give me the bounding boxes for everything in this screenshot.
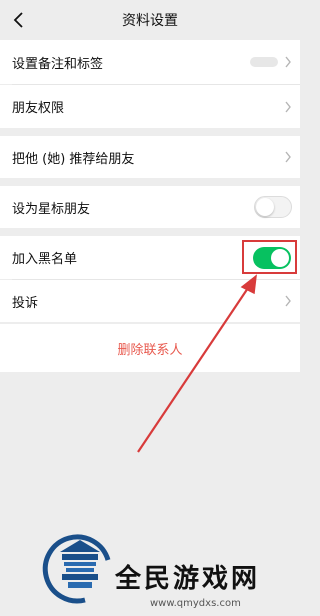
watermark-url: www.qmydxs.com	[150, 598, 241, 609]
chevron-right-icon	[284, 151, 292, 163]
page-title: 资料设置	[122, 13, 178, 29]
row-star-label: 设为星标朋友	[12, 201, 91, 217]
chevron-right-icon	[284, 101, 292, 113]
toggle-knob	[256, 198, 274, 216]
delete-contact-button[interactable]: 删除联系人	[0, 324, 300, 372]
remark-value-placeholder	[250, 57, 278, 67]
star-toggle[interactable]	[254, 196, 292, 218]
row-remark[interactable]: 设置备注和标签	[0, 40, 300, 84]
chevron-right-icon	[284, 295, 292, 307]
row-permission[interactable]: 朋友权限	[0, 85, 300, 128]
chevron-right-icon	[284, 56, 292, 68]
row-remark-label: 设置备注和标签	[12, 56, 104, 72]
watermark-site-name: 全民游戏网	[115, 564, 261, 594]
row-recommend[interactable]: 把他 (她) 推荐给朋友	[0, 136, 300, 178]
row-star: 设为星标朋友	[0, 186, 300, 228]
nav-bar: 资料设置	[0, 0, 300, 40]
row-permission-label: 朋友权限	[12, 101, 65, 116]
annotation-highlight-box	[242, 240, 297, 274]
row-recommend-label: 把他 (她) 推荐给朋友	[12, 151, 135, 167]
row-complain[interactable]: 投诉	[0, 280, 300, 322]
row-blacklist-label: 加入黑名单	[12, 252, 78, 267]
row-complain-label: 投诉	[12, 295, 39, 311]
